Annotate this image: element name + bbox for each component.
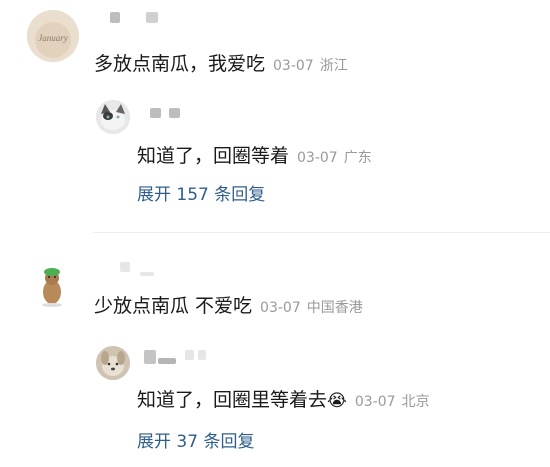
username-blurred (120, 262, 130, 272)
cat-avatar-image (96, 100, 130, 134)
comment-date: 03-07 (273, 58, 314, 74)
comment-location: 浙江 (319, 58, 348, 74)
username-blurred (169, 108, 180, 118)
username-blurred (144, 350, 156, 364)
crying-emoji-icon: 😭 (327, 391, 347, 411)
divider (93, 232, 550, 233)
svg-text:January: January (38, 33, 68, 43)
reply-date: 03-07 (354, 394, 396, 410)
comment-row[interactable]: 多放点南瓜，我爱吃 03-07 浙江 (94, 49, 348, 76)
reply-text: 知道了，回圈等着 (137, 145, 290, 167)
username-blurred (146, 12, 158, 23)
reply-row[interactable]: 知道了，回圈里等着去😭 03-07 北京 (137, 385, 430, 412)
reply-location: 广东 (343, 150, 372, 166)
dog-avatar-image (96, 346, 130, 380)
avatar-image: January (27, 10, 79, 62)
username-blurred (185, 350, 194, 360)
reply-date: 03-07 (297, 150, 338, 166)
comment-row[interactable]: 少放点南瓜 不爱吃 03-07 中国香港 (94, 291, 363, 318)
comment-location: 中国香港 (306, 300, 363, 316)
username-blurred (198, 350, 206, 360)
avatar[interactable]: January (27, 10, 79, 62)
otter-avatar-image (26, 258, 78, 310)
reply-text: 知道了，回圈里等着去 (137, 389, 328, 411)
avatar[interactable] (26, 258, 78, 310)
comment-text: 多放点南瓜，我爱吃 (94, 53, 266, 75)
comment-date: 03-07 (260, 300, 301, 316)
reply-avatar[interactable] (96, 346, 130, 380)
username-blurred (158, 358, 176, 364)
expand-replies-link[interactable]: 展开 37 条回复 (137, 427, 254, 452)
username-blurred (150, 108, 161, 118)
expand-replies-link[interactable]: 展开 157 条回复 (137, 180, 265, 205)
reply-row[interactable]: 知道了，回圈等着 03-07 广东 (137, 141, 372, 168)
comment-text: 少放点南瓜 不爱吃 (94, 295, 253, 317)
reply-avatar[interactable] (96, 100, 130, 134)
username-blurred (140, 272, 154, 276)
reply-location: 北京 (401, 394, 430, 410)
username-blurred (110, 12, 120, 23)
